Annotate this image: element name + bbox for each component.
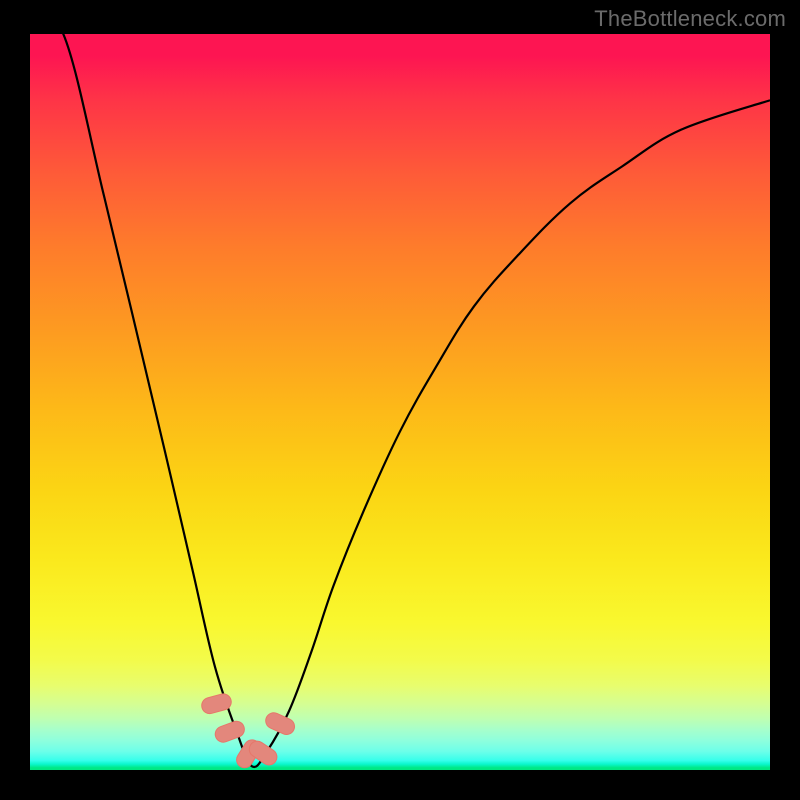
- curve-layer: [30, 34, 770, 770]
- curve-marker: [200, 692, 233, 715]
- chart-root: TheBottleneck.com: [0, 0, 800, 800]
- bottleneck-curve: [30, 34, 770, 767]
- watermark-label: TheBottleneck.com: [594, 6, 786, 32]
- curve-marker: [213, 719, 247, 744]
- curve-marker: [263, 710, 297, 737]
- plot-area: [30, 34, 770, 770]
- curve-markers: [200, 692, 297, 770]
